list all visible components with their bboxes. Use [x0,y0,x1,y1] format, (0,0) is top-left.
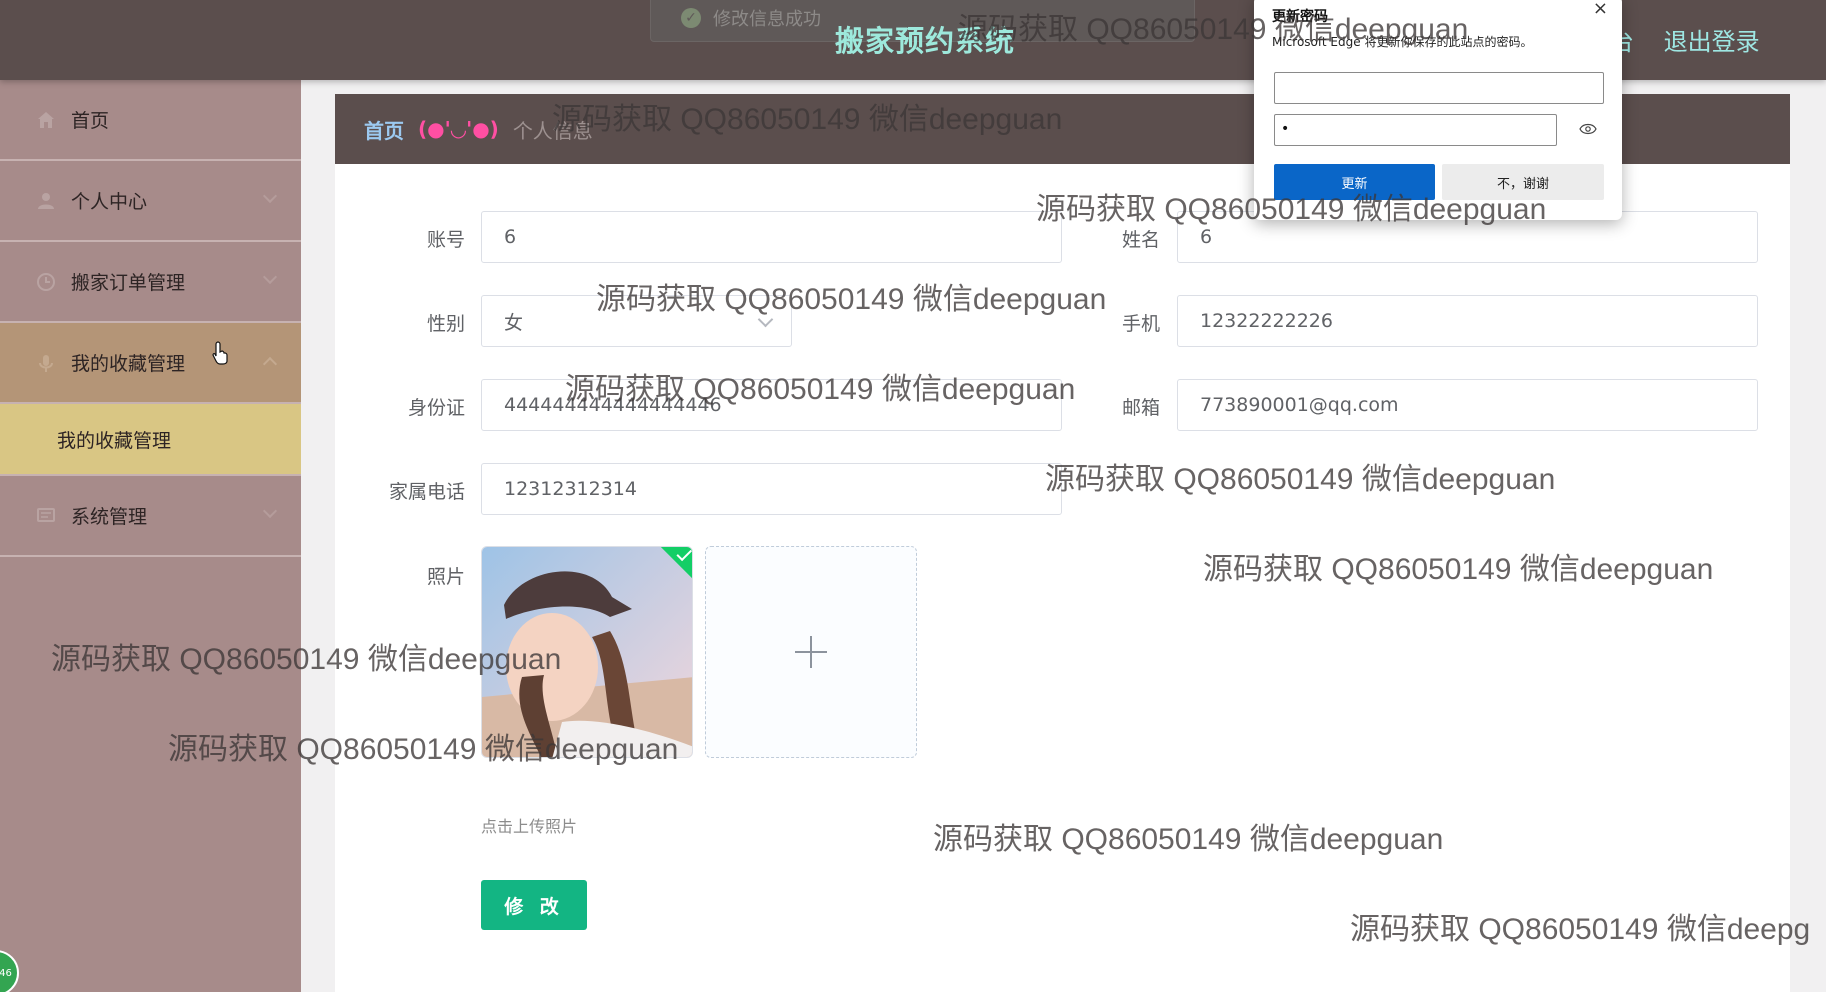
chevron-down-icon [262,269,278,285]
photo-image [482,547,692,757]
sidebar-item-system[interactable]: 系统管理 [0,476,301,557]
password-input[interactable]: • [1274,114,1557,146]
gender-select[interactable]: 女 [481,295,792,347]
sidebar-item-label: 搬家订单管理 [71,272,186,294]
account-field[interactable]: 6 [481,211,1062,263]
toast-text: 修改信息成功 [713,9,821,30]
home-icon [35,109,57,131]
sidebar-item-favorites[interactable]: 我的收藏管理 [0,323,301,404]
idcard-label: 身份证 [407,397,465,419]
submenu-item-favorites[interactable]: 我的收藏管理 [0,404,301,476]
dialog-description: Microsoft Edge 将更新你保存的此站点的密码。 [1272,35,1533,49]
sidebar-item-orders[interactable]: 搬家订单管理 [0,242,301,323]
gender-label: 性别 [426,313,465,335]
sidebar-item-label: 个人中心 [71,191,148,213]
check-circle-icon: ✓ [681,8,701,28]
chevron-down-icon [262,188,278,204]
username-input[interactable] [1274,72,1604,104]
photo-label: 照片 [426,566,465,588]
plus-icon [795,636,827,668]
idcard-field[interactable]: 444444444444444446 [481,379,1062,431]
password-update-dialog: 更新密码 × Microsoft Edge 将更新你保存的此站点的密码。 • 更… [1254,0,1622,220]
account-label: 账号 [426,229,465,251]
logout-link[interactable]: 退出登录 [1664,28,1760,56]
sidebar: 首页 个人中心 搬家订单管理 我的收藏管理 我的收藏管理 系统管理 46 [0,80,301,992]
floating-badge[interactable]: 46 [0,950,19,992]
family-phone-field[interactable]: 12312312314 [481,463,1062,515]
sidebar-item-label: 我的收藏管理 [71,353,186,375]
name-label: 姓名 [1121,229,1160,251]
chevron-down-icon [262,503,278,519]
phone-field[interactable]: 12322222226 [1177,295,1758,347]
sidebar-item-home[interactable]: 首页 [0,80,301,161]
photo-upload-button[interactable] [705,546,917,758]
close-icon[interactable]: × [1593,0,1608,19]
breadcrumb-home[interactable]: 首页 [364,115,404,144]
check-icon [676,547,692,562]
sidebar-item-label: 首页 [71,110,110,132]
email-field[interactable]: 773890001@qq.com [1177,379,1758,431]
chevron-down-icon [757,311,774,328]
app-title: 搬家预约系统 [835,24,1016,58]
family-phone-label: 家属电话 [388,481,465,503]
user-icon [35,190,57,212]
header-nav: 台 退出登录 [1610,22,1782,57]
uploaded-photo[interactable] [481,546,693,758]
update-password-button[interactable]: 更新 [1274,164,1435,200]
clock-icon [35,271,57,293]
submit-button[interactable]: 修 改 [481,880,587,930]
breadcrumb-current: 个人信息 [512,118,593,143]
breadcrumb-emoticon: (●'◡'●) [418,117,499,141]
gender-value: 女 [504,311,524,334]
dialog-title: 更新密码 [1272,9,1328,25]
phone-label: 手机 [1121,313,1160,335]
sidebar-item-personal-center[interactable]: 个人中心 [0,161,301,242]
upload-hint: 点击上传照片 [481,817,578,836]
mouse-cursor-icon [212,341,228,365]
mic-icon [35,352,57,374]
sidebar-item-label: 系统管理 [71,506,148,528]
eye-icon[interactable] [1579,120,1597,138]
chat-icon [35,505,57,527]
email-label: 邮箱 [1121,397,1160,419]
no-thanks-button[interactable]: 不，谢谢 [1442,164,1604,200]
chevron-up-icon [262,356,278,372]
